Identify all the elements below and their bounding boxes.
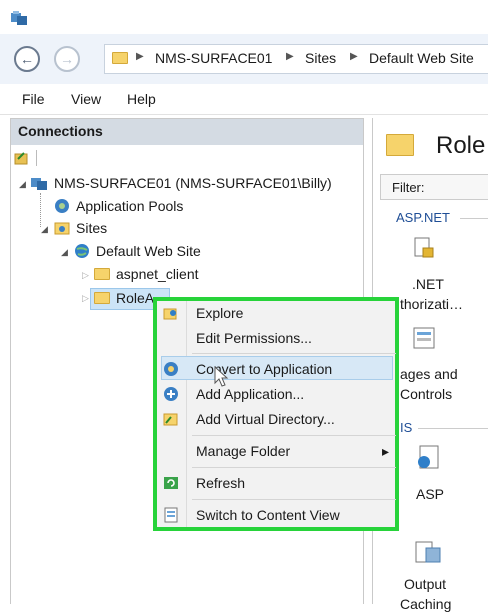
tree-item-application-pools[interactable]: Application Pools [76, 198, 183, 214]
tree-item-aspnet-client[interactable]: aspnet_client [116, 266, 199, 282]
connect-icon[interactable] [14, 150, 30, 166]
add-application-icon [164, 387, 178, 401]
menu-separator [192, 467, 396, 468]
tree-line [40, 193, 41, 227]
convert-application-icon [164, 362, 178, 376]
breadcrumb-server[interactable]: NMS-SURFACE01 [155, 50, 272, 66]
menu-view[interactable]: View [71, 91, 101, 107]
menu-file[interactable]: File [22, 91, 45, 107]
group-header-aspnet: ASP.NET [396, 210, 450, 225]
group-header-iis: IS [400, 420, 413, 435]
menu-separator [192, 499, 396, 500]
mouse-cursor-icon [214, 366, 229, 387]
add-virtual-directory-icon [163, 413, 178, 426]
asp-icon [418, 445, 439, 469]
pages-controls-label-1: ages and [400, 366, 458, 382]
server-icon [31, 178, 47, 190]
menu-separator [192, 353, 396, 354]
menu-item-edit-permissions[interactable]: Edit Permissions... [196, 330, 312, 346]
menu-item-add-virtual-directory[interactable]: Add Virtual Directory... [196, 411, 335, 427]
tree-item-server[interactable]: NMS-SURFACE01 (NMS-SURFACE01\Billy) [54, 175, 332, 191]
pages-controls-icon [413, 327, 435, 349]
collapse-arrow-icon[interactable]: ◢ [61, 247, 68, 258]
globe-icon [75, 244, 89, 258]
authorization-icon [414, 237, 434, 258]
title-bar [0, 0, 488, 34]
net-authorization-label-2: thorizati… [400, 296, 464, 312]
folder-icon [94, 292, 110, 304]
chevron-right-icon: ▶ [286, 51, 294, 62]
content-view-icon [164, 507, 178, 523]
breadcrumb-sites[interactable]: Sites [305, 50, 336, 66]
menu-item-switch-to-content-view[interactable]: Switch to Content View [196, 507, 340, 523]
tree-item-default-web-site[interactable]: Default Web Site [96, 243, 201, 259]
folder-icon [112, 52, 128, 64]
page-title: Role [436, 132, 486, 159]
folder-icon [386, 134, 414, 156]
tree-item-role-folder[interactable]: RoleA [116, 290, 154, 306]
output-caching-label-1: Output [404, 576, 447, 592]
collapse-arrow-icon[interactable]: ◢ [41, 224, 48, 235]
menu-item-refresh[interactable]: Refresh [196, 475, 245, 491]
collapse-arrow-icon[interactable]: ◢ [19, 179, 26, 190]
toolbar-separator [36, 150, 37, 166]
folder-icon [94, 268, 110, 280]
app-pools-icon [55, 199, 69, 213]
explore-icon [163, 308, 177, 320]
breadcrumb-default-web-site[interactable]: Default Web Site [369, 50, 474, 66]
menu-item-explore[interactable]: Explore [196, 305, 243, 321]
output-caching-icon [415, 541, 441, 563]
back-button[interactable]: ← [14, 46, 40, 72]
net-authorization-label-1: .NET [412, 276, 444, 292]
tree-item-sites[interactable]: Sites [76, 220, 107, 236]
sites-icon [54, 222, 70, 235]
expand-arrow-icon[interactable]: ▷ [82, 270, 89, 281]
menu-item-manage-folder[interactable]: Manage Folder [196, 443, 290, 459]
iis-manager-icon [11, 11, 27, 25]
pages-controls-label-2: Controls [400, 386, 453, 402]
chevron-right-icon: ▶ [350, 51, 358, 62]
refresh-icon [164, 477, 178, 489]
menu-help[interactable]: Help [127, 91, 156, 107]
asp-label: ASP [416, 486, 445, 502]
chevron-right-icon: ▶ [136, 51, 144, 62]
forward-button[interactable]: → [54, 46, 80, 72]
submenu-arrow-icon: ▸ [382, 443, 390, 459]
menu-item-add-application[interactable]: Add Application... [196, 386, 304, 402]
connections-title: Connections [18, 123, 103, 139]
expand-arrow-icon[interactable]: ▷ [82, 293, 89, 304]
group-divider [460, 218, 488, 219]
group-divider [418, 428, 488, 429]
context-menu-gutter [186, 301, 187, 527]
output-caching-label-2: Caching [400, 596, 452, 612]
filter-label: Filter: [392, 180, 425, 195]
menu-separator [192, 435, 396, 436]
